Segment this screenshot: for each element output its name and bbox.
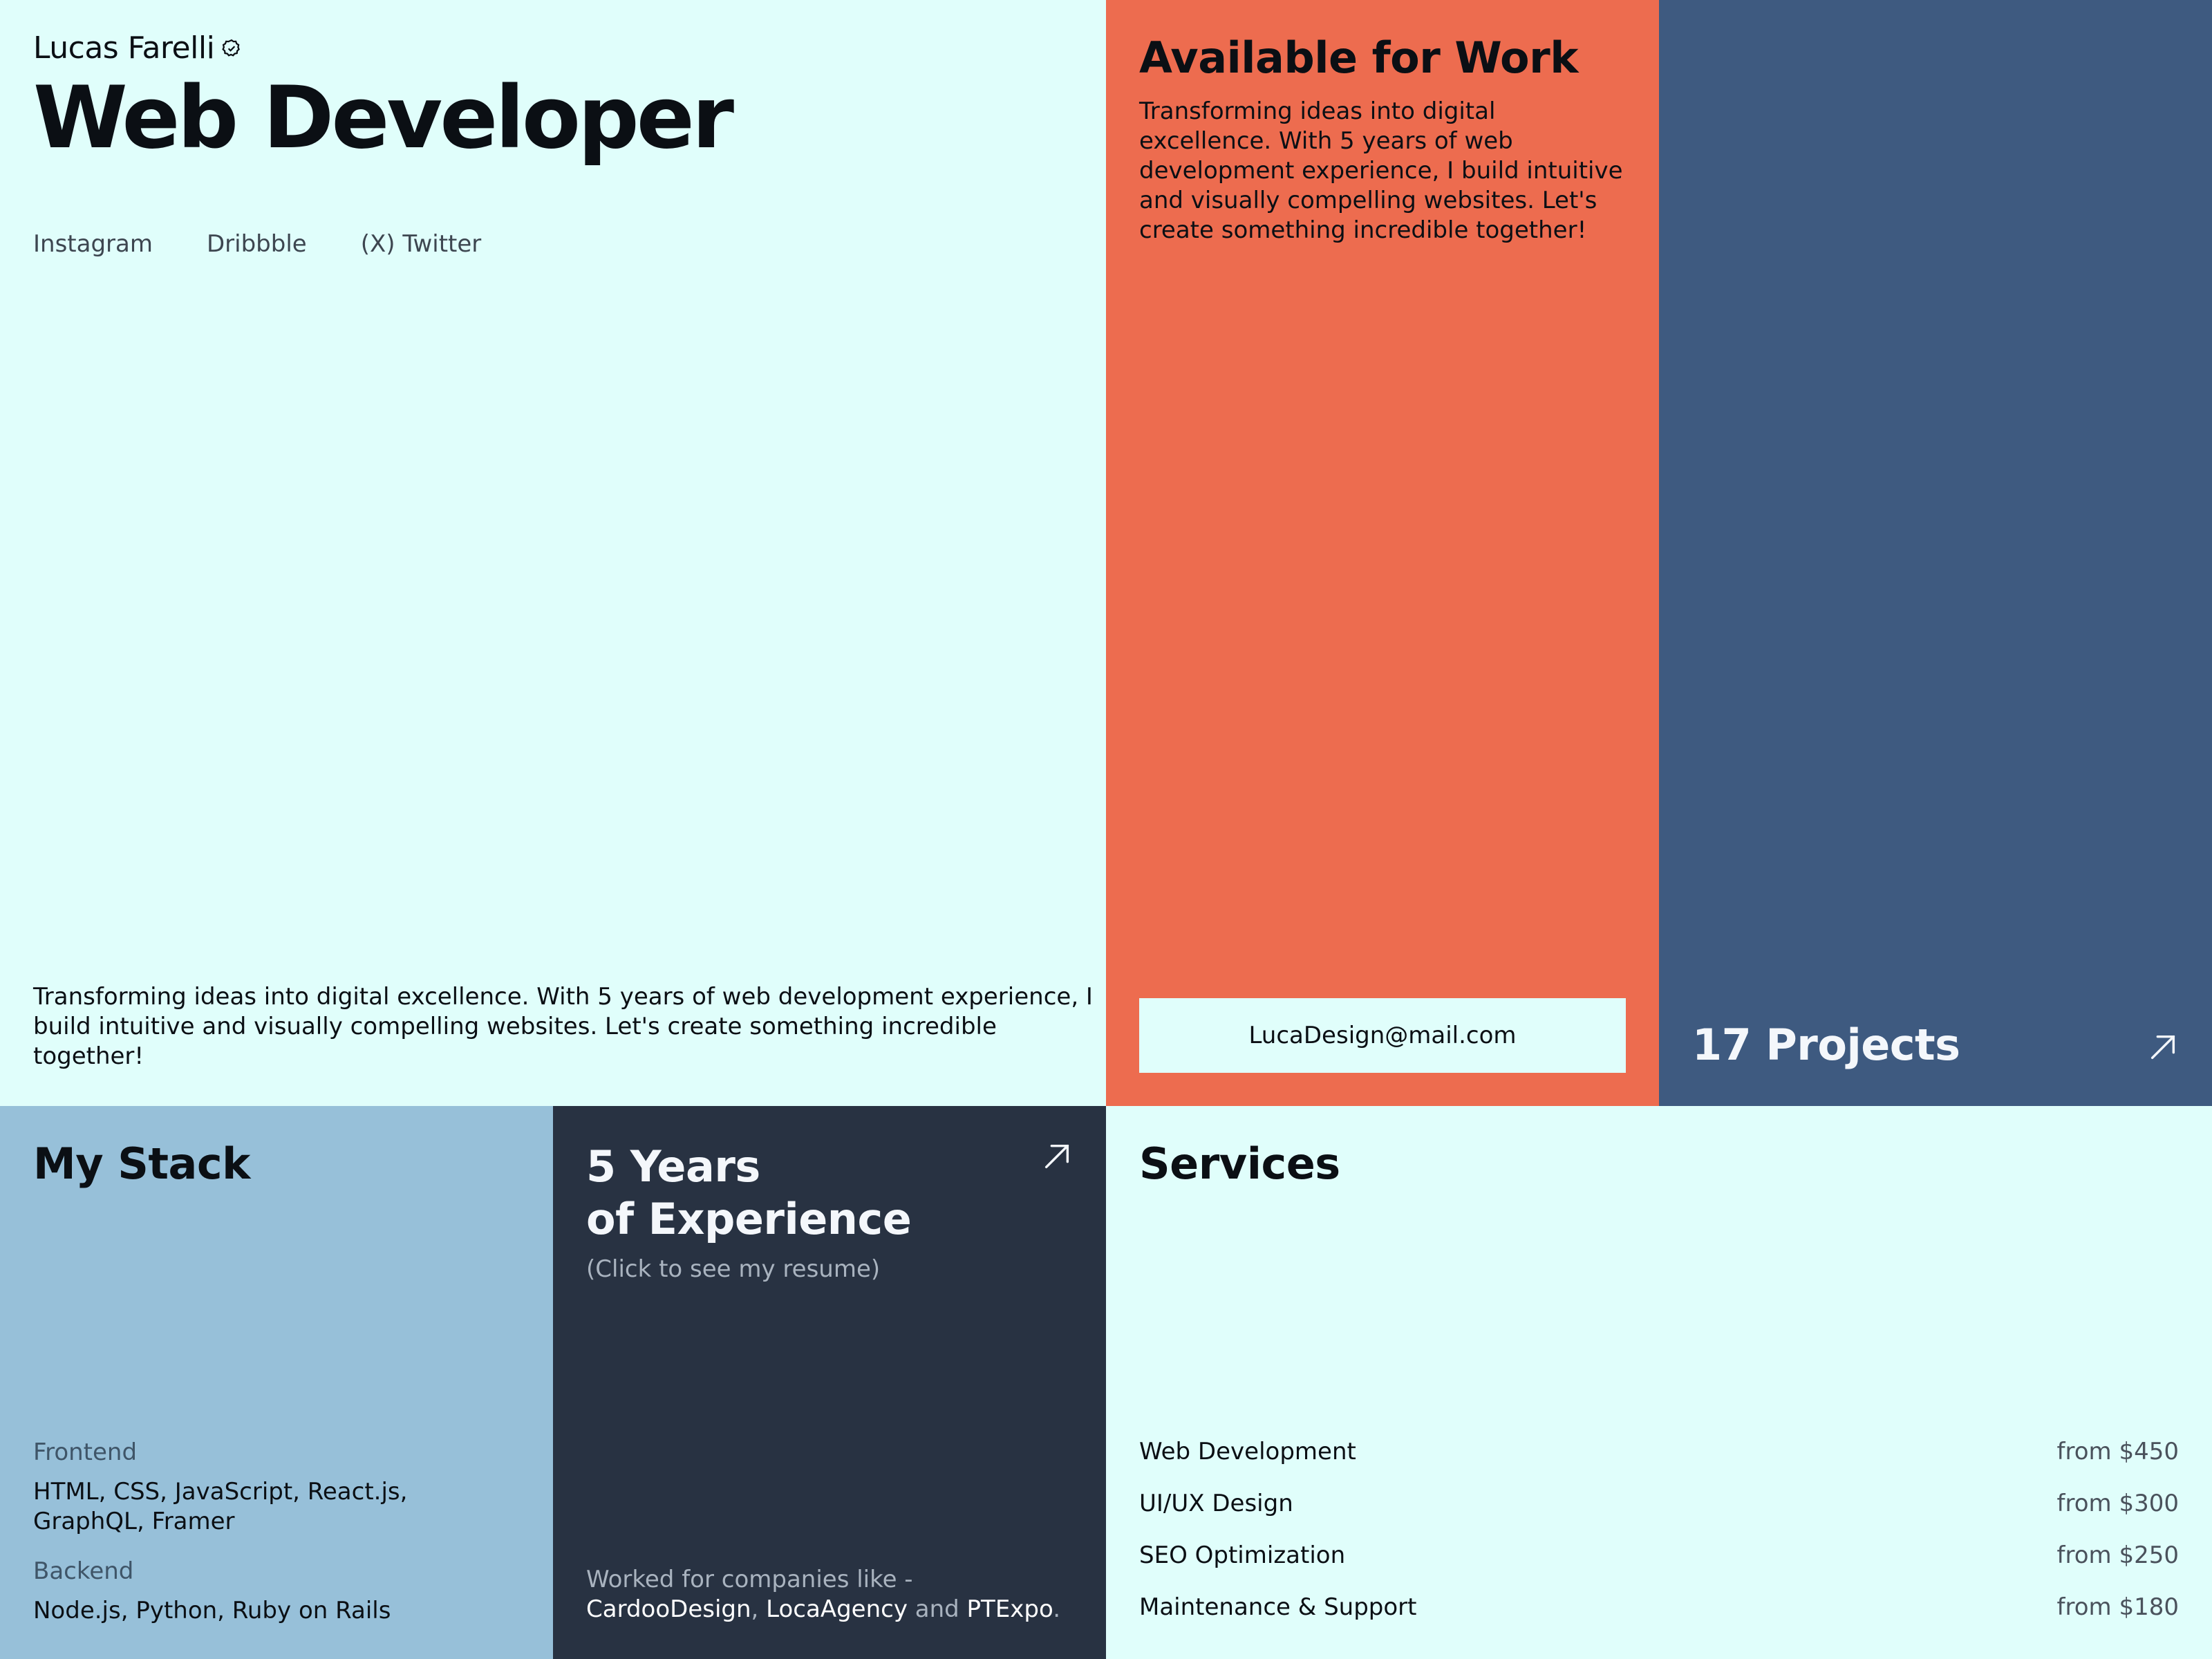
service-row: Maintenance & Support from $180 — [1139, 1581, 2179, 1633]
availability-description: Transforming ideas into digital excellen… — [1139, 97, 1623, 245]
arrow-up-right-icon[interactable] — [2147, 1031, 2179, 1063]
stack-category-frontend: Frontend — [33, 1438, 138, 1466]
hero-panel: Lucas Farelli Web Developer Instagram Dr… — [0, 0, 1106, 1106]
projects-card[interactable]: 17 Projects — [1659, 0, 2212, 1106]
stack-title: My Stack — [33, 1138, 250, 1189]
service-price: from $300 — [2056, 1489, 2179, 1517]
companies-text: Worked for companies like - CardooDesign… — [586, 1565, 1073, 1624]
social-links: Instagram Dribbble (X) Twitter — [33, 230, 1073, 258]
company-locaagency: LocaAgency — [766, 1595, 908, 1623]
stack-items-backend: Node.js, Python, Ruby on Rails — [33, 1597, 391, 1624]
service-name: Maintenance & Support — [1139, 1593, 1417, 1621]
arrow-up-right-icon[interactable] — [1041, 1141, 1073, 1172]
resume-link[interactable]: (Click to see my resume) — [586, 1255, 1073, 1283]
availability-title: Available for Work — [1139, 32, 1578, 83]
hero-bio: Transforming ideas into digital excellen… — [33, 983, 1093, 1070]
service-price: from $450 — [2056, 1437, 2179, 1465]
social-link-instagram[interactable]: Instagram — [33, 230, 153, 258]
company-ptexpo: PTExpo — [966, 1595, 1053, 1623]
social-link-twitter[interactable]: (X) Twitter — [361, 230, 482, 258]
stack-panel: My Stack Frontend HTML, CSS, JavaScript,… — [0, 1106, 553, 1659]
companies-prefix: Worked for companies like - — [586, 1566, 913, 1593]
companies-suffix: . — [1053, 1595, 1061, 1623]
service-row: Web Development from $450 — [1139, 1425, 2179, 1477]
service-row: SEO Optimization from $250 — [1139, 1529, 2179, 1581]
services-list: Web Development from $450 UI/UX Design f… — [1139, 1425, 2179, 1633]
availability-panel: Available for Work Transforming ideas in… — [1106, 0, 1659, 1106]
page-title: Web Developer — [33, 68, 734, 168]
service-price: from $250 — [2056, 1541, 2179, 1569]
service-name: SEO Optimization — [1139, 1541, 1346, 1569]
social-link-dribbble[interactable]: Dribbble — [207, 230, 307, 258]
experience-title-line1: 5 Years — [586, 1141, 760, 1192]
experience-title: 5 Years of Experience — [586, 1141, 1073, 1246]
experience-title-line2: of Experience — [586, 1194, 912, 1244]
services-title: Services — [1139, 1138, 1340, 1189]
service-row: UI/UX Design from $300 — [1139, 1477, 2179, 1529]
verified-badge-icon — [222, 39, 241, 57]
experience-card[interactable]: 5 Years of Experience (Click to see my r… — [553, 1106, 1106, 1659]
author-name: Lucas Farelli — [33, 30, 215, 66]
portfolio-grid: Lucas Farelli Web Developer Instagram Dr… — [0, 0, 2212, 1659]
email-button[interactable]: LucaDesign@mail.com — [1139, 998, 1626, 1073]
name-row: Lucas Farelli — [33, 30, 1073, 66]
service-price: from $180 — [2056, 1593, 2179, 1621]
stack-items-frontend: HTML, CSS, JavaScript, React.js, GraphQL… — [33, 1478, 408, 1535]
services-panel: Services Web Development from $450 UI/UX… — [1106, 1106, 2212, 1659]
stack-category-backend: Backend — [33, 1557, 134, 1585]
projects-count: 17 Projects — [1692, 1020, 1960, 1070]
companies-separator: and — [907, 1595, 967, 1623]
companies-separator: , — [751, 1595, 767, 1623]
service-name: UI/UX Design — [1139, 1489, 1293, 1517]
company-cardoodesign: CardooDesign — [586, 1595, 751, 1623]
service-name: Web Development — [1139, 1437, 1356, 1465]
stack-list: Frontend HTML, CSS, JavaScript, React.js… — [33, 1438, 520, 1626]
